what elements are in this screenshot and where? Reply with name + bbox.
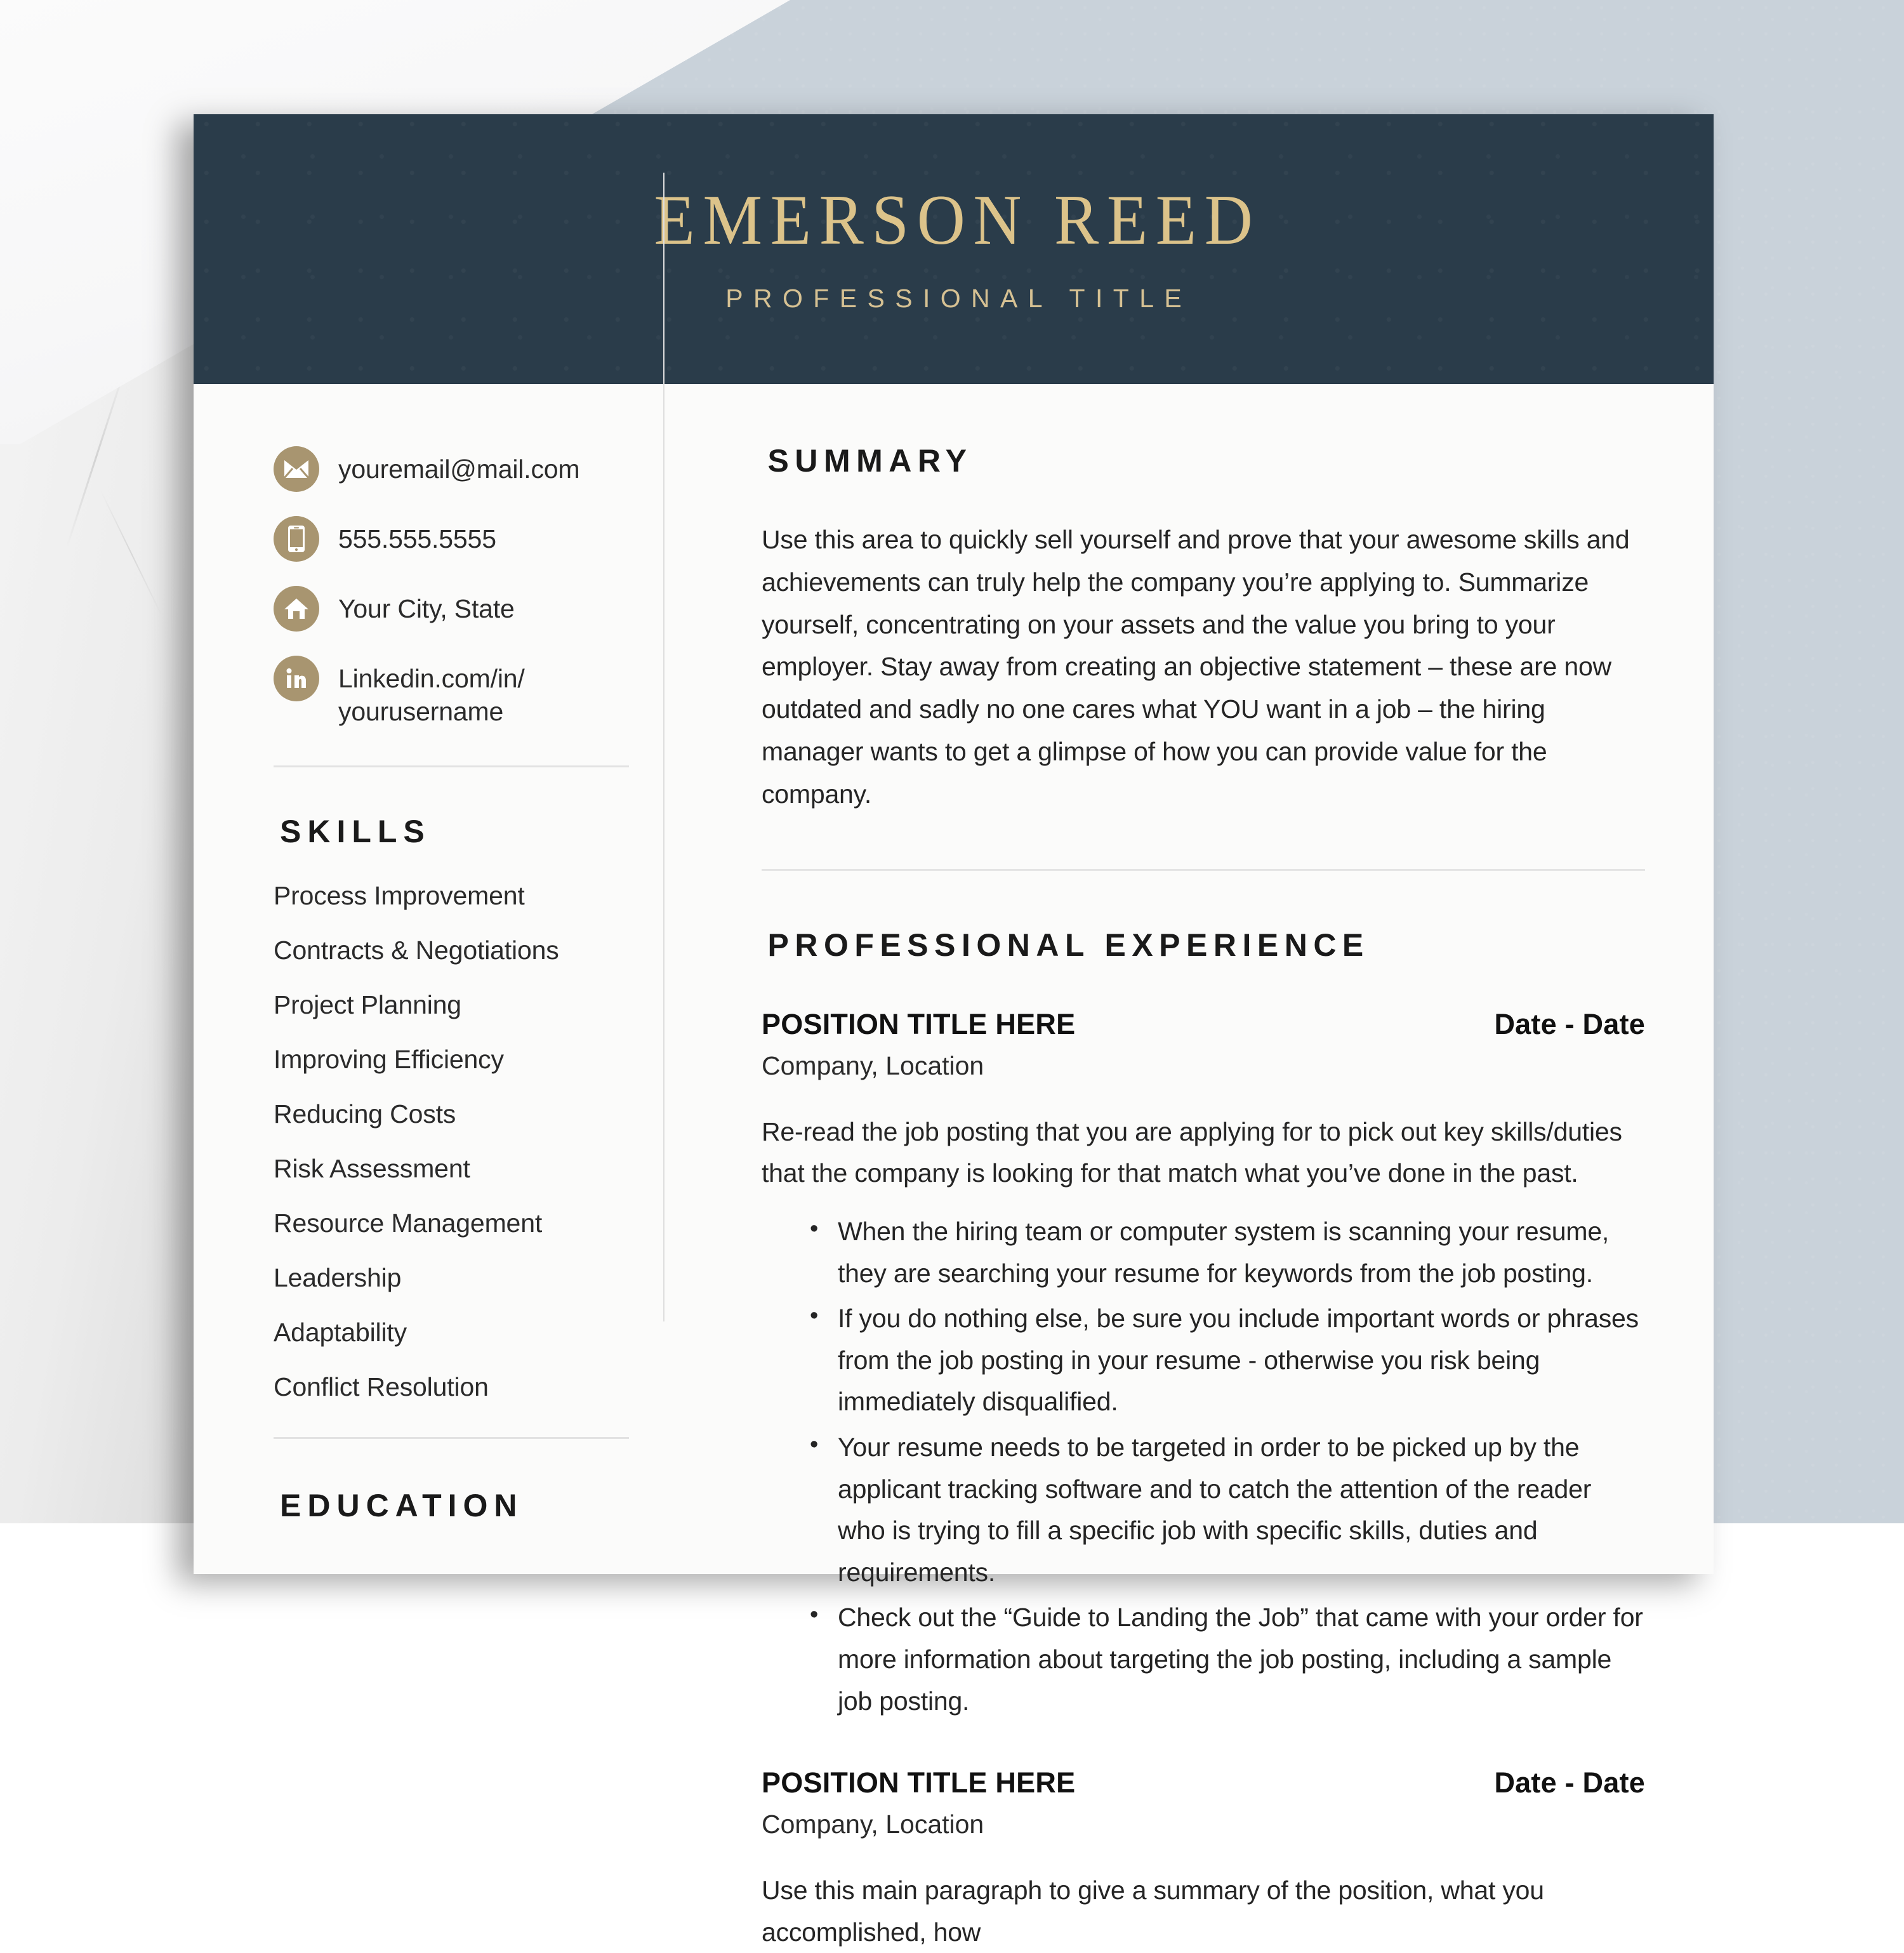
- contact-item-linkedin[interactable]: Linkedin.com/in/ yourusername: [274, 656, 629, 729]
- sidebar-divider: [274, 1437, 629, 1439]
- education-heading: EDUCATION: [274, 1487, 629, 1524]
- skill-item: Adaptability: [274, 1320, 629, 1346]
- skill-item: Leadership: [274, 1265, 629, 1291]
- skill-item: Contracts & Negotiations: [274, 937, 629, 963]
- job-title: POSITION TITLE HERE: [762, 1766, 1075, 1799]
- experience-heading: PROFESSIONAL EXPERIENCE: [762, 927, 1645, 963]
- linkedin-icon: [274, 656, 319, 701]
- resume-body: youremail@mail.com 555.555.5555: [194, 384, 1714, 1574]
- contact-phone-text: 555.555.5555: [338, 516, 496, 555]
- sidebar-divider: [274, 765, 629, 767]
- job-date: Date - Date: [1494, 1008, 1645, 1041]
- job-bullet: Your resume needs to be targeted in orde…: [810, 1427, 1645, 1593]
- skill-item: Risk Assessment: [274, 1156, 629, 1182]
- skills-heading: SKILLS: [274, 813, 629, 850]
- column-divider: [663, 173, 664, 1321]
- job-bullet: When the hiring team or computer system …: [810, 1211, 1645, 1294]
- job-bullet-list: When the hiring team or computer system …: [762, 1211, 1645, 1722]
- section-divider: [762, 869, 1645, 871]
- skill-item: Project Planning: [274, 992, 629, 1018]
- job-header: POSITION TITLE HERE Date - Date: [762, 1766, 1645, 1799]
- home-icon: [274, 586, 319, 632]
- marble-vein: [100, 489, 162, 616]
- sidebar: youremail@mail.com 555.555.5555: [194, 442, 663, 1574]
- job-company: Company, Location: [762, 1051, 1645, 1081]
- skill-item: Improving Efficiency: [274, 1047, 629, 1073]
- resume-header-band: EMERSON REED PROFESSIONAL TITLE: [194, 114, 1714, 384]
- envelope-icon: [274, 446, 319, 492]
- job-company: Company, Location: [762, 1810, 1645, 1839]
- summary-heading: SUMMARY: [762, 442, 1645, 479]
- skill-item: Conflict Resolution: [274, 1374, 629, 1400]
- contact-linkedin-text: Linkedin.com/in/ yourusername: [338, 656, 629, 729]
- mobile-phone-icon: [274, 516, 319, 562]
- job-intro: Use this main paragraph to give a summar…: [762, 1870, 1645, 1953]
- professional-title: PROFESSIONAL TITLE: [715, 284, 1192, 314]
- contact-item-phone[interactable]: 555.555.5555: [274, 516, 629, 562]
- job-bullet: If you do nothing else, be sure you incl…: [810, 1298, 1645, 1423]
- skill-item: Resource Management: [274, 1210, 629, 1236]
- contact-item-email[interactable]: youremail@mail.com: [274, 446, 629, 492]
- job-header: POSITION TITLE HERE Date - Date: [762, 1008, 1645, 1041]
- summary-text: Use this area to quickly sell yourself a…: [762, 519, 1645, 816]
- contact-email-text: youremail@mail.com: [338, 446, 579, 486]
- main-column: SUMMARY Use this area to quickly sell yo…: [663, 442, 1714, 1574]
- job-date: Date - Date: [1494, 1766, 1645, 1799]
- skill-item: Process Improvement: [274, 883, 629, 909]
- skills-list: Process Improvement Contracts & Negotiat…: [274, 883, 629, 1400]
- job-intro: Re-read the job posting that you are app…: [762, 1111, 1645, 1195]
- job-bullet: Check out the “Guide to Landing the Job”…: [810, 1597, 1645, 1722]
- skill-item: Reducing Costs: [274, 1101, 629, 1127]
- job-title: POSITION TITLE HERE: [762, 1008, 1075, 1041]
- contact-item-location[interactable]: Your City, State: [274, 586, 629, 632]
- contact-list: youremail@mail.com 555.555.5555: [274, 446, 629, 729]
- job-entry: POSITION TITLE HERE Date - Date Company,…: [762, 1766, 1645, 1953]
- resume-page: EMERSON REED PROFESSIONAL TITLE youremai…: [194, 114, 1714, 1574]
- contact-location-text: Your City, State: [338, 586, 515, 625]
- job-entry: POSITION TITLE HERE Date - Date Company,…: [762, 1008, 1645, 1722]
- full-name: EMERSON REED: [646, 185, 1260, 256]
